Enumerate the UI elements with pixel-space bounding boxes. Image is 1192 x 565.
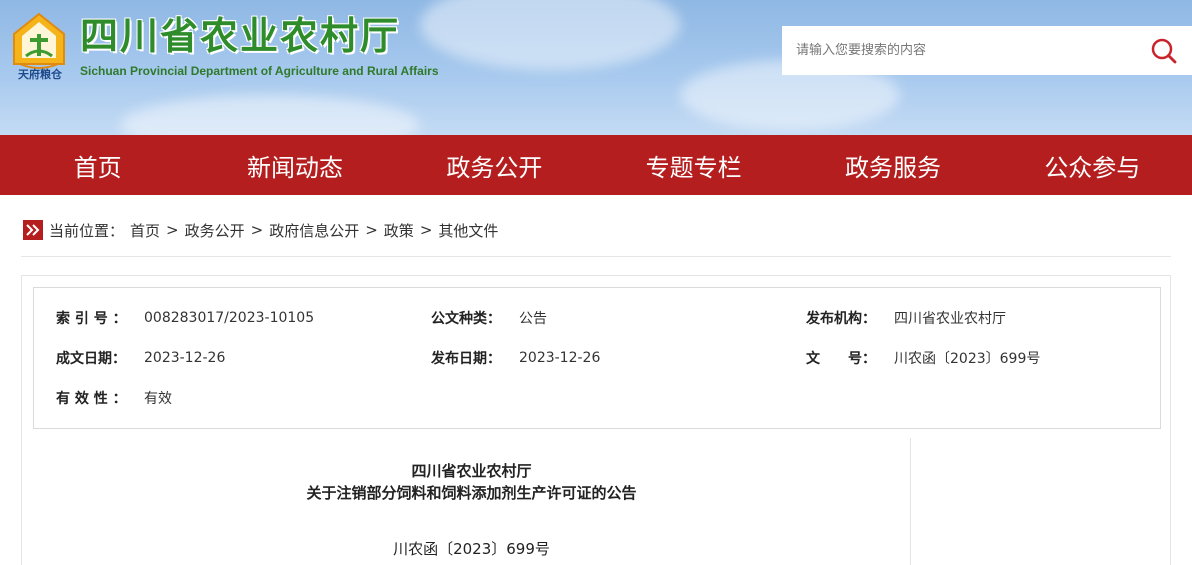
created-date-value: 2023-12-26 [144, 350, 226, 366]
issuer-value: 四川省农业农村厅 [894, 311, 1006, 327]
site-header: 天府粮仓 四川省农业农村厅 Sichuan Provincial Departm… [0, 0, 1192, 135]
article-doc-number: 川农函〔2023〕699号 [393, 540, 550, 558]
validity-label: 有 效 性 ： [56, 391, 127, 407]
breadcrumb-prefix: 当前位置： [49, 221, 125, 240]
nav-item-gov-services[interactable]: 政务服务 [793, 135, 992, 195]
published-date-label: 发布日期： [431, 351, 501, 367]
category-value: 公告 [519, 311, 547, 327]
breadcrumb-separator: > [250, 221, 264, 239]
article-title-line1: 四川省农业农村厅 [411, 462, 532, 480]
search-icon[interactable] [1150, 37, 1178, 65]
published-date-value: 2023-12-26 [519, 350, 601, 366]
created-date-label: 成文日期： [56, 351, 126, 367]
breadcrumb-item-policy[interactable]: 政策 [384, 220, 414, 241]
search-box [782, 26, 1192, 75]
cloud-decoration [120, 95, 420, 135]
category-label: 公文种类： [431, 311, 501, 327]
breadcrumb: 当前位置： 首页 > 政务公开 > 政府信息公开 > 政策 > 其他文件 [23, 219, 498, 241]
logo-text: 天府粮仓 [18, 68, 62, 81]
document-info-table: 索 引 号 ： 008283017/2023-10105 公文种类： 公告 发布… [33, 287, 1161, 429]
breadcrumb-separator: > [166, 221, 179, 239]
validity-value: 有效 [144, 391, 172, 407]
issuer-label: 发布机构： [806, 311, 876, 327]
main-nav: 首页 新闻动态 政务公开 专题专栏 政务服务 公众参与 [0, 135, 1192, 195]
nav-item-special-topics[interactable]: 专题专栏 [594, 135, 793, 195]
site-subtitle: Sichuan Provincial Department of Agricul… [80, 64, 439, 78]
breadcrumb-item-home[interactable]: 首页 [130, 220, 160, 241]
breadcrumb-separator: > [365, 221, 378, 239]
breadcrumb-item-gov-affairs[interactable]: 政务公开 [185, 220, 245, 241]
article-title-line2: 关于注销部分饲料和饲料添加剂生产许可证的公告 [306, 484, 637, 502]
search-input[interactable] [796, 35, 1136, 66]
nav-item-public-participation[interactable]: 公众参与 [993, 135, 1192, 195]
breadcrumb-divider [21, 256, 1171, 257]
article-sidebar-divider [910, 438, 911, 565]
breadcrumb-item-other-docs[interactable]: 其他文件 [438, 220, 498, 241]
index-label: 索 引 号 ： [56, 311, 127, 327]
site-title[interactable]: 四川省农业农村厅 [80, 12, 400, 60]
index-value: 008283017/2023-10105 [144, 310, 315, 326]
nav-item-news[interactable]: 新闻动态 [195, 135, 394, 195]
doc-number-value: 川农函〔2023〕699号 [894, 351, 1041, 367]
nav-item-gov-affairs[interactable]: 政务公开 [395, 135, 594, 195]
double-chevron-right-icon [23, 220, 43, 240]
cloud-decoration [420, 0, 680, 70]
breadcrumb-separator: > [419, 221, 433, 239]
nav-item-home[interactable]: 首页 [0, 135, 195, 195]
doc-number-label: 文 号： [806, 351, 876, 367]
breadcrumb-item-gov-info[interactable]: 政府信息公开 [269, 220, 359, 241]
